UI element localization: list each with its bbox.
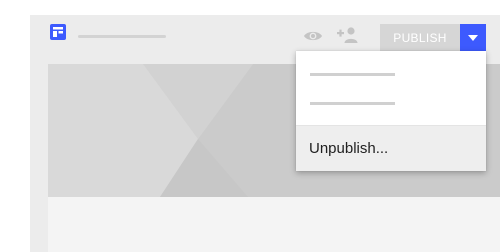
add-person-icon[interactable] <box>336 26 358 44</box>
unpublish-menu-item[interactable]: Unpublish... <box>296 126 486 171</box>
site-title-placeholder <box>78 35 166 38</box>
caret-down-icon <box>468 35 478 41</box>
publish-options-dropdown-button[interactable] <box>460 24 486 52</box>
page-content-area <box>48 197 500 252</box>
menu-item-placeholder[interactable] <box>310 102 395 105</box>
eye-icon[interactable] <box>303 29 323 43</box>
publish-button[interactable]: PUBLISH <box>380 24 460 52</box>
dashboard-icon[interactable] <box>50 24 66 40</box>
publish-options-menu: Unpublish... <box>296 51 486 171</box>
menu-item-placeholder[interactable] <box>310 73 395 76</box>
